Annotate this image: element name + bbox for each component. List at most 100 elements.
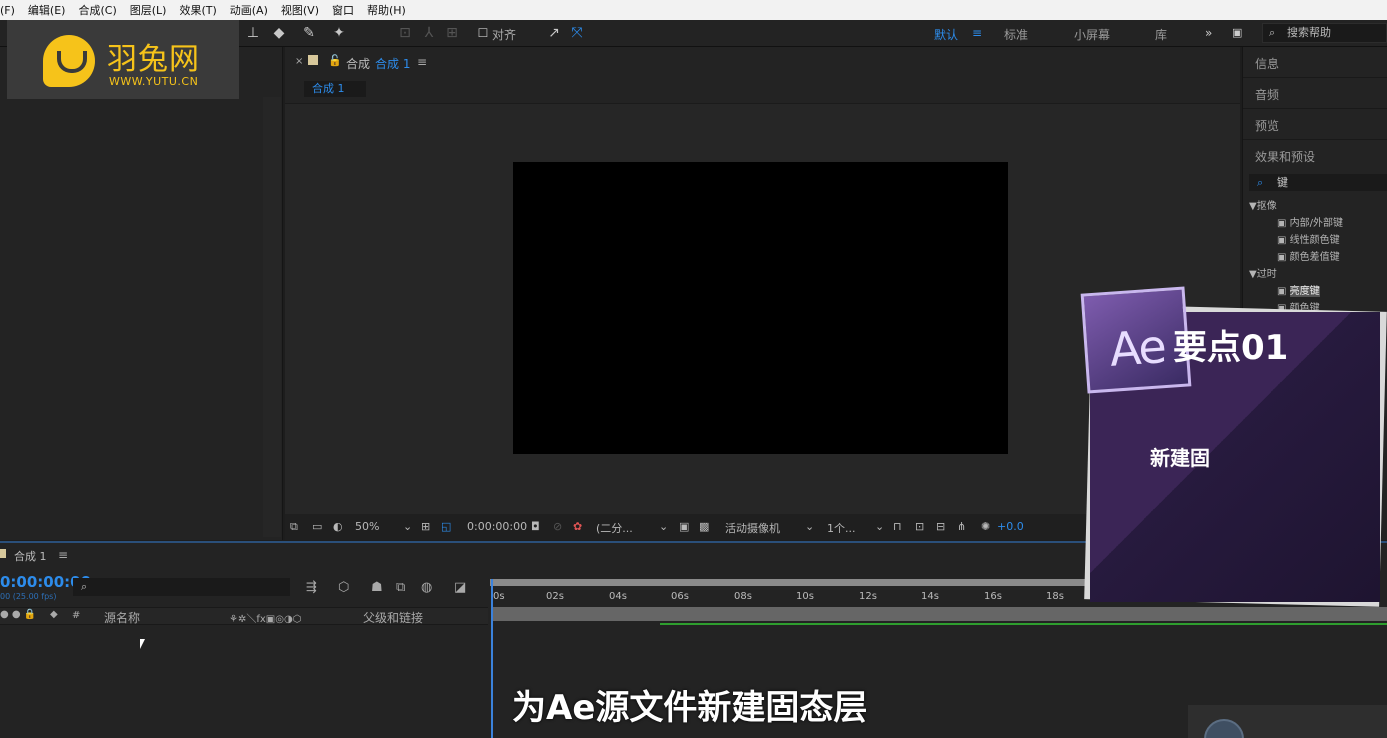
tree-item[interactable]: ▣ 颜色差值键 [1277, 248, 1340, 263]
snap-label[interactable]: 对齐 [492, 26, 516, 43]
timeline-search-input[interactable]: ⌕ [73, 578, 290, 596]
col-parent-link[interactable]: 父级和链接 [363, 609, 423, 626]
render-bar [660, 623, 1387, 625]
workspace-menu-icon[interactable]: ≡ [972, 26, 982, 40]
monitor-icon[interactable]: ▭ [312, 520, 322, 533]
tree-item[interactable]: ▣ 内部/外部键 [1277, 214, 1343, 229]
grid-icon[interactable]: ⊞ [421, 520, 430, 533]
menu-edit[interactable]: 编辑(E) [28, 2, 66, 18]
timeline-tab[interactable]: 合成 1 [14, 548, 47, 564]
resolution-select[interactable]: (二分... [596, 520, 633, 536]
time-tick: 02s [546, 591, 564, 602]
camera-select[interactable]: 活动摄像机 [725, 520, 780, 536]
axis-view-icon[interactable]: ⊞ [443, 24, 461, 42]
comp-mini-flowchart-icon[interactable]: ⇶ [306, 580, 317, 595]
layer-switches-icon[interactable]: ⚘✲＼fx▣◎◑⬡ [229, 610, 301, 625]
menu-animation[interactable]: 动画(A) [230, 2, 268, 18]
panel-effects-presets[interactable]: 效果和预设 [1255, 148, 1315, 165]
effects-search-input[interactable]: ⌕ 键 [1249, 174, 1387, 191]
roto-brush-icon[interactable]: ✎ [300, 24, 318, 42]
av-switches-icon[interactable]: ● ● 🔒 [0, 609, 36, 620]
player-button-icon[interactable] [1204, 719, 1244, 738]
region-icon[interactable]: ◱ [441, 520, 451, 533]
time-tick: 10s [796, 591, 814, 602]
channel-icon[interactable]: ✿ [573, 520, 582, 533]
comp-tab[interactable]: 合成 1 [304, 81, 366, 97]
toggle-pixel-icon[interactable]: ⊓ [893, 520, 902, 533]
motion-blur-icon[interactable]: ◍ [421, 580, 432, 595]
watermark-logo: 羽兔网 WWW.YUTU.CN [7, 20, 239, 99]
effect-icon: ▣ [1277, 252, 1290, 263]
camera-icon[interactable]: ◘ [531, 520, 540, 533]
card-title: 要点01 [1173, 328, 1289, 368]
workspace-small-screen[interactable]: 小屏幕 [1074, 26, 1110, 43]
graph-editor-icon[interactable]: ◪ [454, 580, 466, 595]
rabbit-logo-icon [43, 35, 95, 87]
comp-color-icon [308, 55, 318, 65]
timeline-icon[interactable]: ⊟ [936, 520, 945, 533]
roi-icon[interactable]: ▣ [679, 520, 689, 533]
menu-file[interactable]: (F) [0, 4, 15, 17]
work-area-bar[interactable] [490, 579, 1090, 586]
close-icon[interactable]: × [295, 56, 303, 67]
eraser-tool-icon[interactable]: ◆ [270, 24, 288, 42]
snap-option-icon[interactable]: ↗ [545, 24, 563, 42]
tree-folder-obsolete[interactable]: ▼过时 [1249, 265, 1277, 280]
chevron-down-icon[interactable]: ⌄ [875, 520, 884, 533]
timecode-display[interactable]: 0:00:00:00 [467, 520, 527, 533]
zoom-select[interactable]: 50% [355, 520, 379, 533]
time-ruler[interactable]: 0s 02s 04s 06s 08s 10s 12s 14s 16s 18s [490, 579, 1090, 609]
chevron-down-icon[interactable]: ⌄ [403, 520, 412, 533]
menu-effect[interactable]: 效果(T) [179, 2, 216, 18]
workspace-standard[interactable]: 标准 [1004, 26, 1028, 43]
axis-world-icon[interactable]: ⅄ [420, 24, 438, 42]
flowchart-icon[interactable]: ⋔ [957, 520, 966, 533]
sync-settings-icon[interactable]: ▣ [1232, 26, 1242, 39]
panel-menu-icon[interactable]: ≡ [58, 548, 68, 562]
panel-audio[interactable]: 音频 [1255, 86, 1279, 103]
stamp-tool-icon[interactable]: ⊥ [244, 24, 262, 42]
exposure-value[interactable]: +0.0 [997, 520, 1024, 533]
puppet-pin-icon[interactable]: ✦ [330, 24, 348, 42]
chevron-down-icon[interactable]: ⌄ [659, 520, 668, 533]
chevron-down-icon[interactable]: ⌄ [805, 520, 814, 533]
menu-help[interactable]: 帮助(H) [367, 2, 406, 18]
composition-canvas[interactable] [513, 162, 1008, 454]
workspace-default[interactable]: 默认 [934, 26, 958, 43]
reset-exposure-icon[interactable]: ⊡ [915, 520, 924, 533]
always-preview-icon[interactable]: ⧉ [290, 520, 298, 534]
time-tick: 18s [1046, 591, 1064, 602]
menu-composition[interactable]: 合成(C) [78, 2, 116, 18]
snapshot-icon[interactable]: ⊘ [553, 520, 562, 533]
project-panel[interactable] [0, 47, 283, 540]
frame-blending-icon[interactable]: ⧉ [396, 580, 405, 595]
exposure-icon[interactable]: ✺ [981, 520, 990, 533]
workspace-libraries[interactable]: 库 [1155, 26, 1167, 43]
search-icon: ⌕ [1257, 176, 1264, 189]
panel-info[interactable]: 信息 [1255, 55, 1279, 72]
shy-layers-icon[interactable]: ☗ [371, 580, 383, 595]
search-help-input[interactable]: ⌕ 搜索帮助 [1262, 23, 1387, 43]
menu-view[interactable]: 视图(V) [281, 2, 319, 18]
time-tick: 08s [734, 591, 752, 602]
draft-3d-icon[interactable]: ⬡ [338, 580, 349, 595]
tree-folder-keying[interactable]: ▼抠像 [1249, 197, 1277, 212]
menu-layer[interactable]: 图层(L) [130, 2, 167, 18]
lock-icon[interactable]: 🔓 [328, 54, 342, 67]
panel-menu-icon[interactable]: ≡ [417, 55, 427, 69]
snap-feature-icon[interactable]: ⤧ [568, 24, 586, 42]
mask-icon[interactable]: ◐ [333, 520, 343, 533]
workspace-more-icon[interactable]: » [1205, 26, 1212, 40]
transparency-grid-icon[interactable]: ▩ [699, 520, 709, 533]
views-select[interactable]: 1个... [827, 520, 856, 536]
comp-header-name[interactable]: 合成 1 [375, 55, 410, 72]
playhead[interactable] [491, 579, 493, 738]
label-icon[interactable]: ◆ [50, 609, 58, 620]
effects-search-value: 键 [1277, 176, 1288, 189]
col-source-name[interactable]: 源名称 [104, 609, 140, 626]
panel-preview[interactable]: 预览 [1255, 117, 1279, 134]
tree-item[interactable]: ▣ 线性颜色键 [1277, 231, 1340, 246]
axis-local-icon[interactable]: ⊡ [396, 24, 414, 42]
menu-window[interactable]: 窗口 [332, 2, 354, 18]
snap-checkbox-icon[interactable]: ☐ [474, 24, 492, 42]
